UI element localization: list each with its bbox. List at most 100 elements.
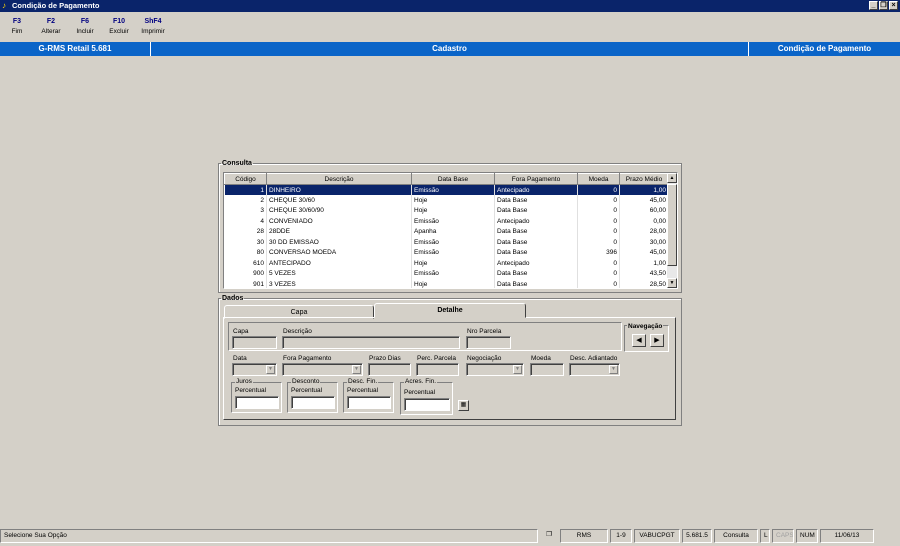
fkey-key: F10: [112, 18, 126, 25]
scroll-thumb[interactable]: [667, 184, 677, 266]
cell: CONVENIADO: [266, 216, 412, 227]
col-codigo[interactable]: Código: [224, 173, 267, 185]
function-key-toolbar: F3 Fim F2 Alterar F6 Incluir F10 Excluir ShF…: [0, 14, 170, 40]
cell: 0: [577, 184, 620, 195]
desc-fin-percentual-field[interactable]: [347, 396, 391, 409]
table-row[interactable]: 900 5 VEZES Emissão Data Base 0 43,50: [224, 268, 669, 279]
tab-detalhe[interactable]: Detalhe: [374, 303, 526, 318]
capa-field[interactable]: [232, 336, 277, 349]
cell: Emissão: [411, 237, 495, 248]
cell: CONVERSAO MOEDA: [266, 247, 412, 258]
acres-fin-percentual-field[interactable]: [404, 398, 450, 411]
chevron-down-icon[interactable]: ▼: [352, 365, 361, 374]
table-row[interactable]: 901 3 VEZES Hoje Data Base 0 28,50: [224, 279, 669, 288]
prazo-dias-label: Prazo Dias: [369, 355, 401, 362]
col-fora-pagamento[interactable]: Fora Pagamento: [494, 173, 578, 185]
cell: 60,00: [619, 205, 669, 216]
acres-fin-label: Acres. Fin.: [404, 378, 438, 385]
consulta-grid[interactable]: Código Descrição Data Base Fora Pagament…: [223, 172, 678, 289]
prev-arrow-icon[interactable]: ◀: [632, 334, 646, 347]
perc-parcela-field[interactable]: [416, 363, 459, 376]
chevron-down-icon[interactable]: ▼: [513, 365, 522, 374]
fkey-label: Alterar: [41, 28, 61, 35]
descricao-field[interactable]: [282, 336, 460, 349]
status-version: 5.681.5: [682, 529, 712, 543]
desc-adiantado-select[interactable]: ▼: [569, 363, 620, 376]
table-row[interactable]: 4 CONVENIADO Emissão Antecipado 0 0,00: [224, 216, 669, 227]
screen-title: Condição de Pagamento: [777, 44, 872, 53]
desconto-percentual-field[interactable]: [291, 396, 335, 409]
cell: 0: [577, 216, 620, 227]
juros-percentual-field[interactable]: [235, 396, 279, 409]
restore-icon[interactable]: ❐: [879, 1, 888, 10]
col-moeda[interactable]: Moeda: [577, 173, 620, 185]
consulta-legend: Consulta: [222, 160, 252, 167]
scroll-up-icon[interactable]: ▲: [667, 173, 677, 183]
scroll-down-icon[interactable]: ▼: [667, 278, 677, 288]
col-data-base[interactable]: Data Base: [411, 173, 495, 185]
table-row[interactable]: 30 30 DD EMISSAO Emissão Data Base 0 30,00: [224, 237, 669, 248]
cell: 5 VEZES: [266, 268, 412, 279]
cell: 80: [224, 247, 267, 258]
fkey-incluir-button[interactable]: F6 Incluir: [68, 14, 102, 40]
col-prazo-medio[interactable]: Prazo Médio: [619, 173, 669, 185]
prazo-dias-field[interactable]: [368, 363, 411, 376]
col-descricao[interactable]: Descrição: [266, 173, 412, 185]
cell: DINHEIRO: [266, 184, 412, 195]
cell: Data Base: [494, 205, 578, 216]
fkey-excluir-button[interactable]: F10 Excluir: [102, 14, 136, 40]
chevron-down-icon[interactable]: ▼: [266, 365, 275, 374]
status-message: Selecione Sua Opção: [0, 529, 538, 543]
fkey-alterar-button[interactable]: F2 Alterar: [34, 14, 68, 40]
descricao-label: Descrição: [283, 328, 312, 335]
data-label: Data: [233, 355, 247, 362]
nro-parcela-field[interactable]: [466, 336, 511, 349]
cell: 0: [577, 226, 620, 237]
calculator-icon[interactable]: ▦: [458, 400, 469, 411]
header-bar: G-RMS Retail 5.681 Cadastro Condição de …: [0, 42, 900, 56]
table-row[interactable]: 28 28DDE Apanha Data Base 0 28,00: [224, 226, 669, 237]
fkey-fim-button[interactable]: F3 Fim: [0, 14, 34, 40]
dados-legend: Dados: [222, 295, 244, 302]
cell: Data Base: [494, 226, 578, 237]
close-icon[interactable]: ×: [889, 1, 898, 10]
status-caps: CAPS: [772, 529, 794, 543]
fkey-key: F2: [46, 18, 56, 25]
chevron-down-icon[interactable]: ▼: [609, 365, 618, 374]
status-num: NUM: [796, 529, 818, 543]
cell: 30: [224, 237, 267, 248]
cell: 1,00: [619, 258, 669, 269]
minimize-icon[interactable]: _: [869, 1, 878, 10]
negociacao-select[interactable]: ▼: [466, 363, 524, 376]
cell: Hoje: [411, 195, 495, 206]
fkey-imprimir-button[interactable]: ShF4 Imprimir: [136, 14, 170, 40]
perc-parcela-label: Perc. Parcela: [417, 355, 457, 362]
desc-adiantado-label: Desc. Adiantado: [570, 355, 618, 362]
status-date: 11/06/13: [820, 529, 874, 543]
fkey-label: Fim: [11, 28, 23, 35]
data-select[interactable]: ▼: [232, 363, 277, 376]
fora-pagamento-select[interactable]: ▼: [282, 363, 363, 376]
cell: Emissão: [411, 268, 495, 279]
cell: 2: [224, 195, 267, 206]
cell: 3 VEZES: [266, 279, 412, 288]
table-row[interactable]: 80 CONVERSAO MOEDA Emissão Data Base 396 45,0…: [224, 247, 669, 258]
cell: 28,50: [619, 279, 669, 288]
grid-scrollbar[interactable]: ▲ ▼: [667, 173, 677, 288]
cell: 0: [577, 279, 620, 288]
cell: Antecipado: [494, 184, 578, 195]
cell: Hoje: [411, 279, 495, 288]
nro-parcela-label: Nro Parcela: [467, 328, 502, 335]
cell: 901: [224, 279, 267, 288]
clipboard-icon[interactable]: ❐: [540, 529, 558, 543]
juros-percentual-label: Percentual: [235, 387, 267, 394]
table-row[interactable]: 1 DINHEIRO Emissão Antecipado 0 1,00: [224, 184, 669, 195]
table-row[interactable]: 2 CHEQUE 30/60 Hoje Data Base 0 45,00: [224, 195, 669, 206]
table-row[interactable]: 3 CHEQUE 30/60/90 Hoje Data Base 0 60,00: [224, 205, 669, 216]
fkey-key: ShF4: [144, 18, 162, 25]
moeda-field[interactable]: [530, 363, 564, 376]
next-arrow-icon[interactable]: ▶: [650, 334, 664, 347]
table-row[interactable]: 610 ANTECIPADO Hoje Antecipado 0 1,00: [224, 258, 669, 269]
status-bar: Selecione Sua Opção ❐ RMS 1-9 VABUCPGT 5…: [0, 529, 900, 543]
detalhe-panel: Capa Descrição Nro Parcela Navegação ◀ ▶…: [223, 317, 676, 420]
